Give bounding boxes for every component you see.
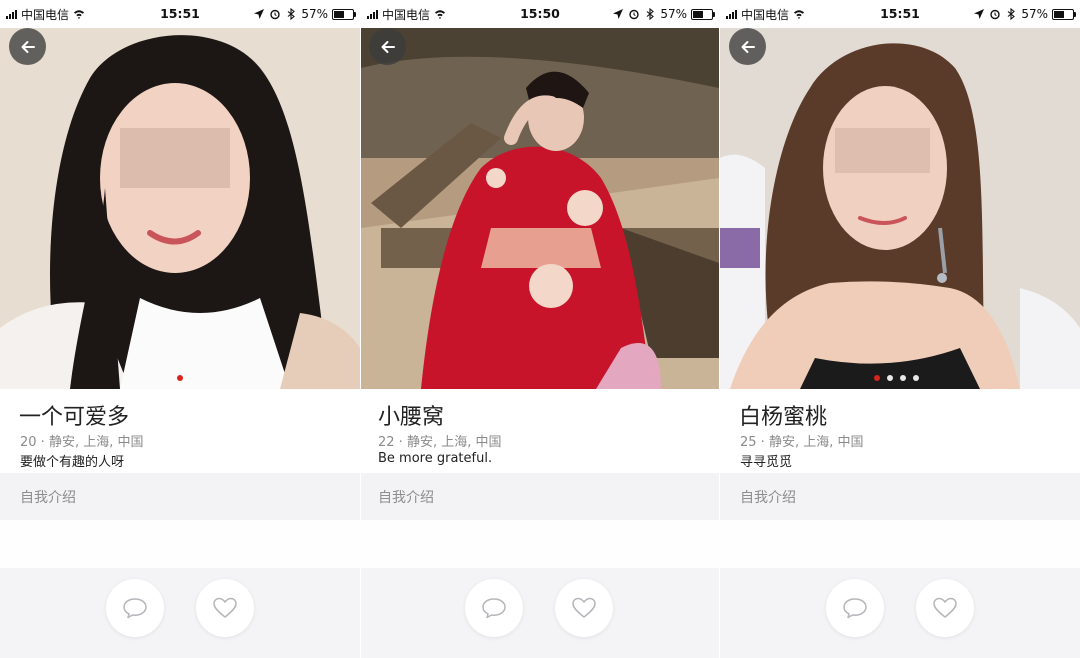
chat-button[interactable] bbox=[465, 579, 523, 637]
bluetooth-icon bbox=[646, 8, 655, 20]
action-bar bbox=[361, 568, 719, 658]
back-button[interactable] bbox=[729, 28, 766, 65]
battery-icon bbox=[332, 8, 356, 20]
battery-fill bbox=[334, 10, 344, 18]
wifi-icon bbox=[794, 10, 805, 19]
wifi-icon bbox=[74, 10, 85, 19]
signal-icon bbox=[367, 9, 378, 19]
spacer bbox=[720, 520, 1080, 568]
chat-button[interactable] bbox=[826, 579, 884, 637]
carrier-label: 中国电信 bbox=[21, 7, 70, 22]
profile-info: 一个可爱多 20 · 静安, 上海, 中国 要做个有趣的人呀 bbox=[0, 389, 360, 473]
arrow-left-icon bbox=[741, 40, 755, 53]
action-bar bbox=[0, 568, 360, 658]
intro-section[interactable]: 自我介绍 bbox=[0, 473, 360, 520]
profile-screen-3: 中国电信 15:51 57% 白杨蜜桃 25 · 静安, 上海, 中国 寻寻觅觅… bbox=[720, 0, 1080, 658]
photo-page-dots bbox=[874, 375, 919, 381]
signal-icon bbox=[6, 9, 17, 19]
profile-meta: 25 · 静安, 上海, 中国 bbox=[740, 435, 864, 450]
profile-bio: 寻寻觅觅 bbox=[740, 455, 793, 470]
intro-section[interactable]: 自我介绍 bbox=[720, 473, 1080, 520]
heart-icon bbox=[572, 597, 596, 618]
carrier-label: 中国电信 bbox=[382, 7, 431, 22]
arrow-left-icon bbox=[21, 40, 35, 53]
profile-meta: 22 · 静安, 上海, 中国 bbox=[378, 435, 502, 450]
back-button[interactable] bbox=[369, 28, 406, 65]
profile-name: 白杨蜜桃 bbox=[739, 405, 828, 430]
intro-label: 自我介绍 bbox=[740, 490, 796, 506]
battery-percent: 57% bbox=[660, 7, 687, 21]
photo-dot[interactable] bbox=[887, 375, 893, 381]
battery-icon bbox=[1052, 8, 1076, 20]
profile-bio: 要做个有趣的人呀 bbox=[20, 455, 125, 470]
signal-icon bbox=[726, 9, 737, 19]
heart-icon bbox=[933, 597, 957, 618]
status-bar: 中国电信 15:50 57% bbox=[361, 0, 719, 28]
profile-name: 小腰窝 bbox=[378, 405, 445, 430]
intro-section[interactable]: 自我介绍 bbox=[361, 473, 719, 520]
profile-photo[interactable] bbox=[720, 28, 1080, 389]
alarm-icon bbox=[629, 9, 640, 20]
back-button[interactable] bbox=[9, 28, 46, 65]
photo-image bbox=[361, 28, 719, 389]
profile-name: 一个可爱多 bbox=[19, 405, 130, 430]
chat-bubble-icon bbox=[482, 598, 506, 619]
alarm-icon bbox=[990, 9, 1001, 20]
battery-icon bbox=[691, 8, 715, 20]
alarm-icon bbox=[270, 9, 281, 20]
profile-screen-1: 中国电信 15:51 57% 一个可爱多 20 · 静安, 上海, 中国 要做个… bbox=[0, 0, 360, 658]
like-button[interactable] bbox=[916, 579, 974, 637]
chat-bubble-icon bbox=[843, 598, 867, 619]
bluetooth-icon bbox=[1007, 8, 1016, 20]
chat-button[interactable] bbox=[106, 579, 164, 637]
status-bar: 中国电信 15:51 57% bbox=[720, 0, 1080, 28]
location-arrow-icon bbox=[254, 9, 265, 19]
status-bar: 中国电信 15:51 57% bbox=[0, 0, 360, 28]
profile-info: 小腰窝 22 · 静安, 上海, 中国 Be more grateful. bbox=[361, 389, 719, 473]
profile-meta: 20 · 静安, 上海, 中国 bbox=[20, 435, 144, 450]
spacer bbox=[361, 520, 719, 568]
arrow-left-icon bbox=[381, 40, 395, 53]
spacer bbox=[0, 520, 360, 568]
photo-image bbox=[0, 28, 360, 389]
intro-label: 自我介绍 bbox=[20, 490, 76, 506]
profile-photo[interactable] bbox=[361, 28, 719, 389]
battery-percent: 57% bbox=[301, 7, 328, 21]
battery-percent: 57% bbox=[1021, 7, 1048, 21]
profile-photo[interactable] bbox=[0, 28, 360, 389]
bluetooth-icon bbox=[287, 8, 296, 20]
profile-screen-2: 中国电信 15:50 57% 小腰窝 22 · 静安, 上海, 中国 Be mo… bbox=[361, 0, 719, 658]
location-arrow-icon bbox=[613, 9, 624, 19]
profile-info: 白杨蜜桃 25 · 静安, 上海, 中国 寻寻觅觅 bbox=[720, 389, 1080, 473]
photo-image bbox=[720, 28, 1080, 389]
photo-dot[interactable] bbox=[900, 375, 906, 381]
wifi-icon bbox=[435, 10, 446, 19]
location-arrow-icon bbox=[974, 9, 985, 19]
like-button[interactable] bbox=[555, 579, 613, 637]
photo-page-dots bbox=[177, 375, 183, 381]
battery-fill bbox=[693, 10, 703, 18]
carrier-label: 中国电信 bbox=[741, 7, 790, 22]
battery-fill bbox=[1054, 10, 1064, 18]
heart-icon bbox=[213, 597, 237, 618]
chat-bubble-icon bbox=[123, 598, 147, 619]
intro-label: 自我介绍 bbox=[378, 490, 434, 506]
photo-dot[interactable] bbox=[913, 375, 919, 381]
action-bar bbox=[720, 568, 1080, 658]
photo-dot[interactable] bbox=[177, 375, 183, 381]
like-button[interactable] bbox=[196, 579, 254, 637]
photo-dot[interactable] bbox=[874, 375, 880, 381]
profile-bio: Be more grateful. bbox=[378, 451, 493, 466]
